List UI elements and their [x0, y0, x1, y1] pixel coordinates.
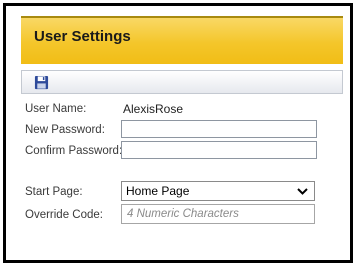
- new-password-label: New Password:: [25, 124, 105, 136]
- start-page-selected-value: Home Page: [126, 184, 190, 198]
- toolbar: [21, 70, 343, 94]
- start-page-label: Start Page:: [25, 186, 83, 198]
- new-password-field[interactable]: [121, 120, 317, 138]
- confirm-password-label: Confirm Password:: [25, 145, 123, 157]
- chevron-down-icon: [297, 188, 308, 195]
- settings-panel: User Settings User Name: AlexisRose New …: [3, 3, 353, 263]
- title-bar: User Settings: [21, 16, 343, 64]
- page-title: User Settings: [34, 28, 131, 45]
- override-code-field[interactable]: [121, 204, 315, 224]
- confirm-password-field[interactable]: [121, 141, 317, 159]
- start-page-dropdown[interactable]: Home Page: [121, 181, 315, 201]
- save-icon[interactable]: [34, 75, 49, 90]
- user-name-value: AlexisRose: [123, 102, 184, 116]
- user-name-label: User Name:: [25, 103, 87, 115]
- override-code-label: Override Code:: [25, 209, 103, 221]
